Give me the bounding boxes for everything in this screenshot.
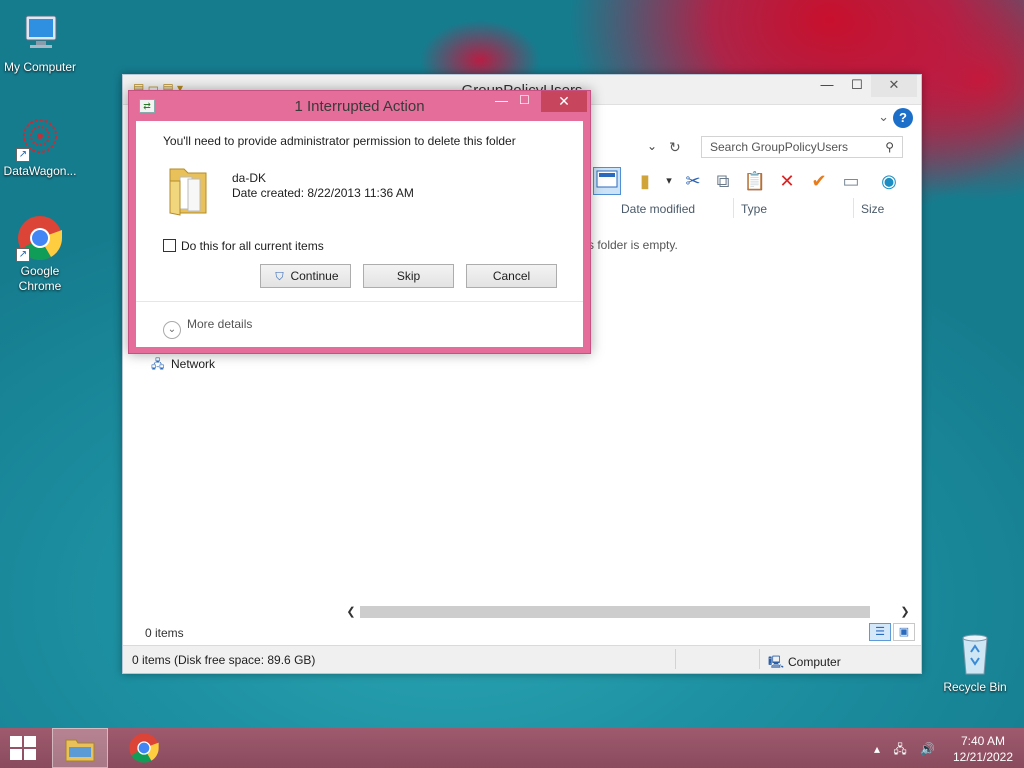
desktop-icon-recycle-bin[interactable]: Recycle Bin [935,630,1015,695]
search-input[interactable]: Search GroupPolicyUsers ⚲ [701,136,903,158]
scrollbar-thumb[interactable] [360,606,870,618]
column-type[interactable]: Type [741,202,767,216]
dialog-maximize-icon[interactable]: ☐ [519,93,530,107]
close-icon[interactable]: ✕ [871,75,917,97]
chevron-down-icon: ⌄ [163,321,181,339]
uac-shield-icon: ⛉ [275,271,284,283]
clock-date: 12/21/2022 [952,750,1014,764]
continue-button[interactable]: ⛉ Continue [260,264,351,288]
shortcut-arrow-icon: ↗ [16,248,30,262]
desktop-icon-google-chrome[interactable]: ↗ Google Chrome [0,214,80,294]
dialog-body: You'll need to provide administrator per… [136,121,583,347]
taskbar: ▴ 🖧 🔊 7:40 AM 12/21/2022 [0,728,1024,768]
clock-time: 7:40 AM [960,734,1006,748]
help-icon[interactable]: ? [893,108,913,128]
preview-pane-icon[interactable] [593,167,621,195]
skip-button[interactable]: Skip [363,264,454,288]
computer-small-icon: 🖳 [768,655,785,669]
dialog-close-icon[interactable]: ✕ [541,91,587,112]
column-size[interactable]: Size [861,202,884,216]
ribbon-expand-icon[interactable]: ⌄ [878,109,889,125]
status-location: 🖳 Computer [768,653,841,674]
column-separator [733,198,734,218]
desktop-icon-label: DataWagon... [3,164,77,178]
status-location-label: Computer [788,655,841,669]
nav-item-label: Network [171,357,216,371]
scroll-left-icon[interactable]: ❮ [343,604,359,620]
paste-icon[interactable]: 📋 [741,167,769,195]
computer-icon [16,10,64,58]
rename-icon[interactable]: ▭ [837,167,865,195]
minimize-icon[interactable]: — [813,75,841,97]
horizontal-scrollbar[interactable]: ❮ ❯ [343,604,913,620]
scroll-right-icon[interactable]: ❯ [897,604,913,620]
network-icon: 🖧 [151,357,165,371]
volume-icon[interactable]: 🔊 [920,742,935,756]
status-disk-space: 0 items (Disk free space: 89.6 GB) [132,653,316,667]
more-details-toggle[interactable]: ⌄ More details [163,317,252,339]
dialog-titlebar[interactable]: ⇄ 1 Interrupted Action — ☐ ✕ [129,91,590,121]
show-hidden-icons-icon[interactable]: ▴ [874,742,880,756]
empty-folder-message: s folder is empty. [588,238,678,252]
properties-check-icon[interactable]: ✔ [805,167,833,195]
taskbar-google-chrome[interactable] [116,728,172,768]
copy-icon[interactable]: ⧉ [709,167,737,195]
view-buttons: ☰ ▣ [867,623,915,641]
network-tray-icon[interactable]: 🖧 [893,742,906,756]
items-count: 0 items [145,626,184,640]
column-separator [853,198,854,218]
checkbox-label: Do this for all current items [181,239,324,253]
chrome-icon [129,733,159,763]
interrupted-action-dialog: ⇄ 1 Interrupted Action — ☐ ✕ You'll need… [128,90,591,354]
status-bar: 0 items (Disk free space: 89.6 GB) 🖳 Comp… [123,645,921,673]
more-details-label: More details [187,317,253,331]
status-divider [759,649,760,669]
shortcut-arrow-icon: ↗ [16,148,30,162]
taskbar-file-explorer[interactable] [52,728,108,768]
status-divider [675,649,676,669]
folder-icon [166,159,214,219]
desktop-icon-my-computer[interactable]: My Computer [0,10,80,75]
datawagon-icon: ↗ [16,114,64,162]
chrome-icon: ↗ [16,214,64,262]
maximize-icon[interactable]: ☐ [843,75,871,97]
desktop-icon-label: Google Chrome [18,264,62,293]
cancel-button[interactable]: Cancel [466,264,557,288]
desktop-icon-label: My Computer [3,60,77,74]
search-icon: ⚲ [885,140,894,154]
item-date-created: Date created: 8/22/2013 11:36 AM [232,186,414,200]
start-button[interactable] [10,736,38,762]
delete-icon[interactable]: ✕ [773,167,801,195]
file-explorer-icon [65,739,95,762]
globe-icon[interactable]: ◉ [875,167,903,195]
details-view-icon[interactable]: ☰ [869,623,891,641]
taskbar-clock[interactable]: 7:40 AM 12/21/2022 [948,733,1018,765]
continue-label: Continue [290,269,339,283]
dialog-divider [136,301,583,302]
cut-icon[interactable]: ✂ [679,167,707,195]
desktop-icon-label: Recycle Bin [943,680,1007,694]
recycle-bin-icon [951,630,999,678]
nav-item-network[interactable]: 🖧 Network [151,355,215,376]
system-tray: ▴ 🖧 🔊 [874,740,945,761]
dialog-message: You'll need to provide administrator per… [163,134,516,148]
desktop-icon-datawagon[interactable]: ↗ DataWagon... [0,114,80,179]
search-placeholder: Search GroupPolicyUsers [710,140,849,154]
column-date-modified[interactable]: Date modified [621,202,695,216]
dialog-minimize-icon[interactable]: — [495,93,508,108]
address-dropdown-icon[interactable]: ⌄ [647,139,657,153]
item-name: da-DK [232,171,267,185]
large-icons-view-icon[interactable]: ▣ [893,623,915,641]
refresh-icon[interactable]: ↻ [669,139,681,156]
checkbox-box[interactable] [163,239,176,252]
apply-all-checkbox[interactable]: Do this for all current items [163,239,324,253]
